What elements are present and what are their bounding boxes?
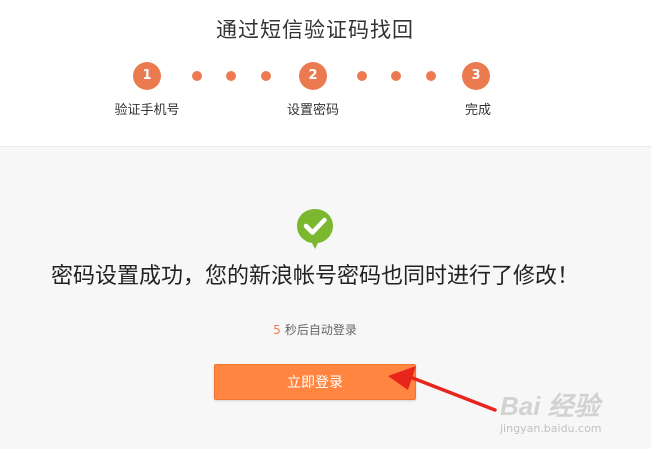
step-dot — [357, 71, 367, 81]
step-1-circle: 1 — [133, 62, 161, 90]
check-bubble-icon — [297, 209, 333, 249]
step-1-label: 验证手机号 — [114, 103, 180, 118]
step-2-label: 设置密码 — [286, 103, 339, 118]
watermark-logo: Bai 经验 — [500, 391, 600, 421]
watermark-url: jingyan.baidu.com — [500, 422, 602, 435]
step-dot — [226, 71, 236, 81]
step-dot — [426, 71, 436, 81]
annotation-arrow-icon — [388, 366, 497, 412]
step-2-circle: 2 — [299, 62, 327, 90]
countdown-label: 秒后自动登录 — [284, 323, 357, 337]
step-3-label: 完成 — [464, 103, 491, 118]
step-dot — [261, 71, 271, 81]
baidu-jingyan-watermark: Bai 经验 jingyan.baidu.com — [500, 382, 650, 442]
page-title: 通过短信验证码找回 — [216, 18, 414, 42]
countdown-number: 5 — [273, 323, 281, 337]
success-message: 密码设置成功，您的新浪帐号密码也同时进行了修改！ — [50, 264, 579, 289]
step-dot — [192, 71, 202, 81]
header-panel: 通过短信验证码找回 1 2 3 验证手机号 设置密码 完成 — [0, 0, 651, 147]
step-3-circle: 3 — [462, 62, 490, 90]
step-dot — [391, 71, 401, 81]
countdown-text: 5 秒后自动登录 — [0, 321, 630, 338]
